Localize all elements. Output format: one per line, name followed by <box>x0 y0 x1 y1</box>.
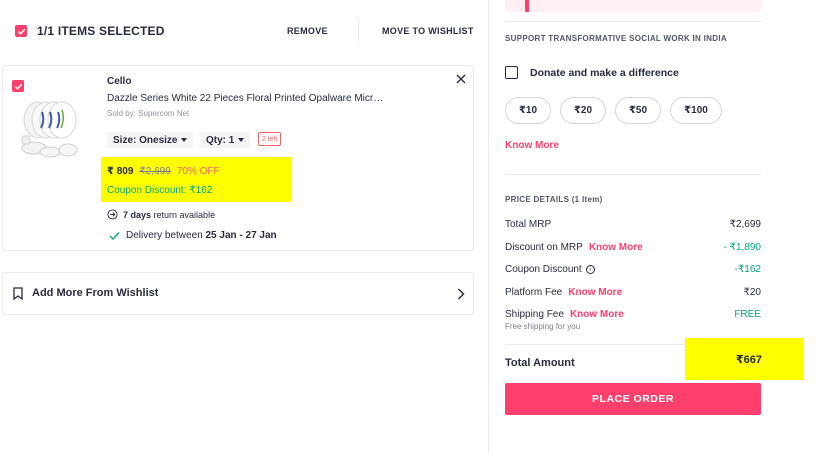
remove-item-button[interactable] <box>454 72 468 86</box>
banner-accent <box>525 0 529 12</box>
donation-know-more-link[interactable]: Know More <box>505 140 559 151</box>
divider-price <box>505 174 761 175</box>
delivery-dates: 25 Jan - 27 Jan <box>205 230 277 241</box>
select-all-checkbox[interactable] <box>15 25 27 37</box>
items-selected-label: 1/1 ITEMS SELECTED <box>37 24 165 38</box>
donation-amount-20[interactable]: ₹20 <box>560 97 606 124</box>
quantity-label: Qty: 1 <box>206 134 235 146</box>
size-selector[interactable]: Size: Onesize <box>107 132 194 148</box>
discount-percent: 70% OFF <box>176 166 220 177</box>
return-text: return available <box>151 209 216 220</box>
seller-name: Sold by: Supercom Net <box>107 109 190 118</box>
place-order-button[interactable]: PLACE ORDER <box>505 383 761 415</box>
close-icon <box>456 74 466 84</box>
total-amount-value: ₹667 <box>735 353 762 366</box>
product-image[interactable] <box>14 96 86 168</box>
discount-know-more-link[interactable]: Know More <box>589 242 643 253</box>
shipping-know-more-link[interactable]: Know More <box>570 309 624 320</box>
donation-amounts: ₹10 ₹20 ₹50 ₹100 <box>505 97 722 124</box>
discount-label: Discount on MRP <box>505 242 583 253</box>
divider-top <box>505 21 761 22</box>
size-label: Size: Onesize <box>113 134 178 146</box>
info-icon[interactable]: i <box>585 265 595 274</box>
delivery-info: Delivery between 25 Jan - 27 Jan <box>109 230 277 241</box>
platform-fee-label: Platform Fee <box>505 287 563 298</box>
chevron-right-icon <box>457 287 465 305</box>
free-shipping-note: Free shipping for you <box>505 322 581 331</box>
discount-row: Discount on MRP Know More - ₹1,890 <box>505 242 761 253</box>
coupon-row: Coupon Discount i -₹162 <box>505 264 761 275</box>
donation-amount-10[interactable]: ₹10 <box>505 97 551 124</box>
donate-checkbox[interactable] <box>505 66 518 79</box>
discount-value: - ₹1,890 <box>723 242 762 253</box>
product-brand[interactable]: Cello <box>107 76 131 87</box>
check-icon <box>17 28 25 35</box>
coupon-label: Coupon Discount <box>505 264 582 275</box>
coupon-discount-line: Coupon Discount: ₹162 <box>107 185 213 196</box>
remove-button[interactable]: REMOVE <box>287 26 328 36</box>
move-to-wishlist-button[interactable]: MOVE TO WISHLIST <box>382 26 474 36</box>
item-checkbox[interactable] <box>12 80 24 92</box>
donate-label: Donate and make a difference <box>530 67 679 79</box>
chevron-down-icon <box>181 138 188 142</box>
top-banner-remnant <box>505 0 761 12</box>
quantity-selector[interactable]: Qty: 1 <box>200 132 251 148</box>
total-amount-highlight: ₹667 <box>685 338 804 380</box>
shipping-fee-row: Shipping Fee Know More FREE <box>505 309 761 320</box>
stock-badge: 2 left <box>258 132 282 146</box>
return-days: 7 days <box>123 209 152 220</box>
column-divider <box>488 0 489 453</box>
total-mrp-label: Total MRP <box>505 219 552 230</box>
platform-fee-row: Platform Fee Know More ₹20 <box>505 287 761 298</box>
price-row: ₹ 809 ₹2,699 70% OFF <box>107 166 220 177</box>
header-divider <box>358 18 359 44</box>
product-name[interactable]: Dazzle Series White 22 Pieces Floral Pri… <box>107 93 407 104</box>
total-mrp-value: ₹2,699 <box>729 219 761 230</box>
check-icon <box>14 83 22 90</box>
donation-amount-100[interactable]: ₹100 <box>670 97 722 124</box>
platform-know-more-link[interactable]: Know More <box>568 287 622 298</box>
original-price: ₹2,699 <box>139 166 171 177</box>
shipping-fee-value: FREE <box>734 309 761 320</box>
return-info: 7 days return available <box>107 209 215 220</box>
price-details-title: PRICE DETAILS (1 Item) <box>505 195 603 204</box>
add-from-wishlist-label: Add More From Wishlist <box>32 287 159 299</box>
donation-amount-50[interactable]: ₹50 <box>615 97 661 124</box>
donation-title: SUPPORT TRANSFORMATIVE SOCIAL WORK IN IN… <box>505 34 727 43</box>
return-icon <box>107 209 118 220</box>
delivery-prefix: Delivery between <box>126 230 206 241</box>
bookmark-icon <box>13 287 23 305</box>
total-mrp-row: Total MRP ₹2,699 <box>505 219 761 230</box>
checkmark-icon <box>109 231 120 240</box>
total-amount-label: Total Amount <box>505 357 575 369</box>
selling-price: ₹ 809 <box>107 166 134 177</box>
platform-fee-value: ₹20 <box>743 287 762 298</box>
shipping-fee-label: Shipping Fee <box>505 309 564 320</box>
coupon-value: -₹162 <box>734 264 761 275</box>
chevron-down-icon <box>238 138 245 142</box>
